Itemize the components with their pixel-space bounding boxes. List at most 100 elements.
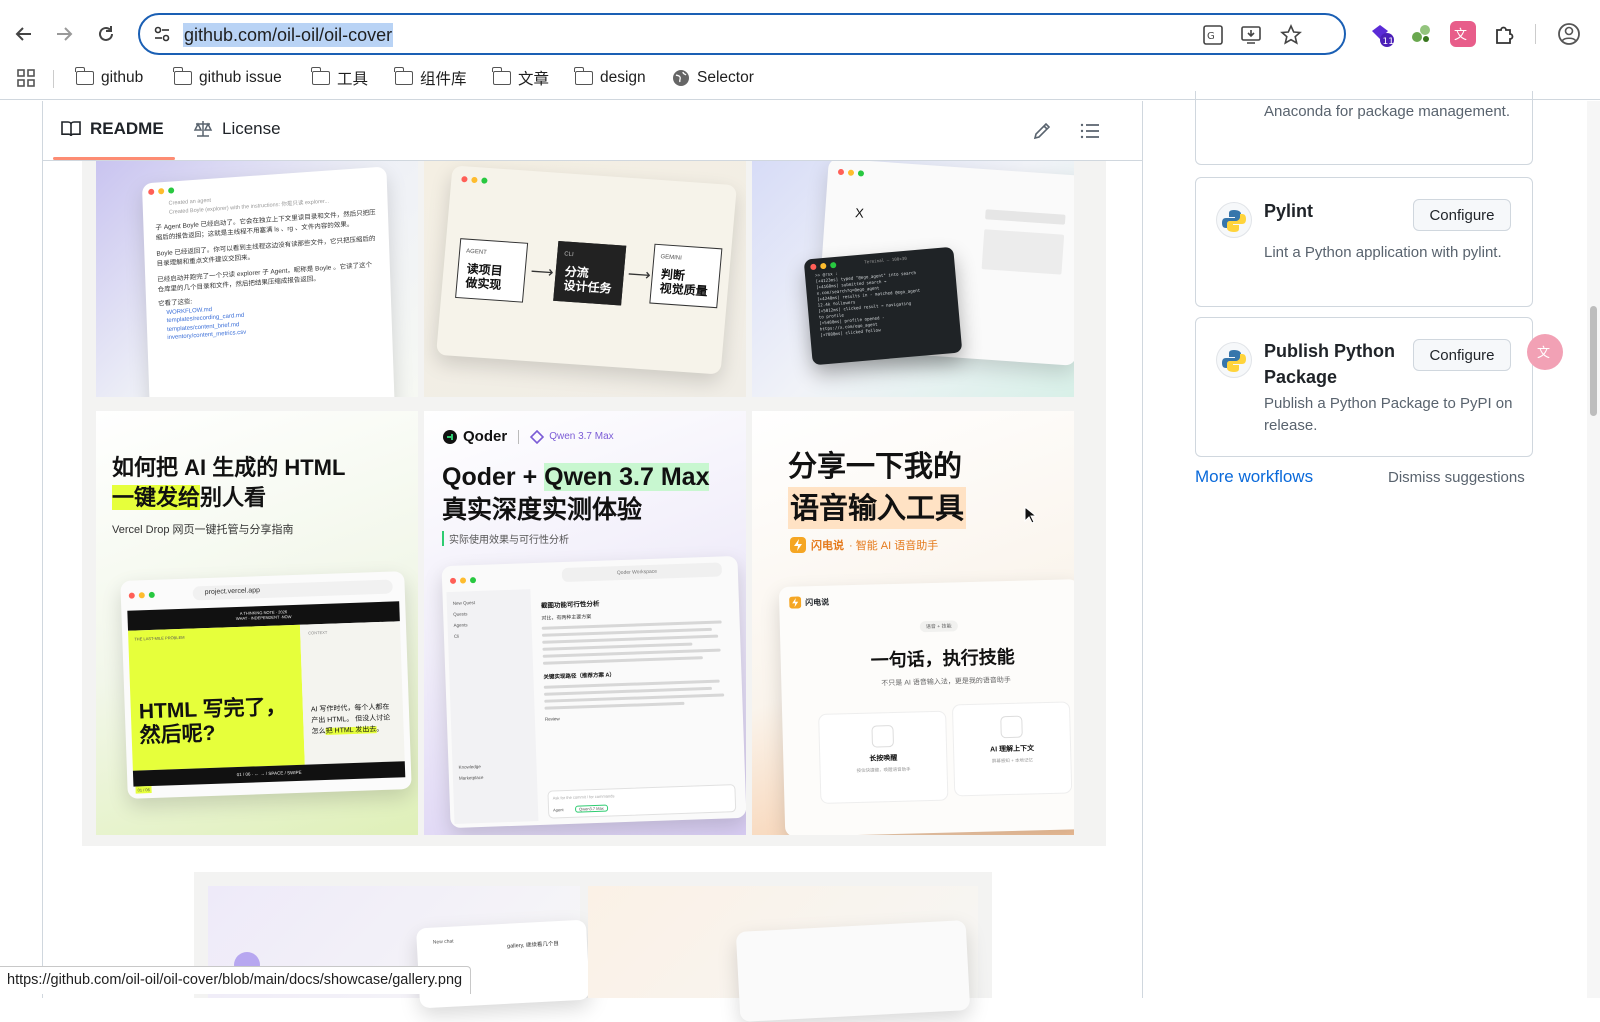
bookmark-components[interactable]: 组件库 xyxy=(394,62,467,94)
bookmark-label: Selector xyxy=(697,69,754,86)
partial-card xyxy=(735,920,971,1022)
edit-file-button[interactable] xyxy=(1031,120,1053,147)
card-subtitle: 不只是 AI 语音输入法，更是我的语音助手 xyxy=(881,676,1011,688)
profile-icon[interactable] xyxy=(1556,21,1582,47)
bookmark-label: 组件库 xyxy=(420,71,467,88)
folder-icon xyxy=(492,67,511,85)
terminal-icon xyxy=(871,725,895,748)
translate-icon[interactable]: G xyxy=(1202,24,1224,46)
flow-box-tag: CLI xyxy=(564,251,574,259)
github-page: README License Created an agent Created … xyxy=(0,91,1600,1022)
bookmark-tools[interactable]: 工具 xyxy=(311,62,368,94)
workflow-title: Publish Python Package xyxy=(1264,341,1396,387)
flow-box-agent: AGENT 读项目 做实现 xyxy=(455,238,529,303)
big-title-line: 然后呢? xyxy=(139,721,216,748)
page-scrollbar[interactable] xyxy=(1587,101,1600,998)
configure-button[interactable]: Configure xyxy=(1413,199,1511,231)
headline-highlight: 一键发给 xyxy=(112,485,201,510)
apps-grid-button[interactable] xyxy=(16,62,36,94)
flow-box-tag: AGENT xyxy=(465,248,488,256)
feature-subtitle: 按住快捷键，唤醒语音助手 xyxy=(856,766,911,773)
tab-license[interactable]: License xyxy=(193,119,281,139)
extension-translate-icon[interactable]: 文 xyxy=(1450,21,1476,47)
tile-headline: Qoder + Qwen 3.7 Max 真实深度实测体验 xyxy=(442,461,710,527)
active-tab-underline xyxy=(53,157,175,160)
folder-icon xyxy=(574,67,593,85)
flow-box-text: 分流 设计任务 xyxy=(562,264,613,296)
bookmark-github-issue[interactable]: github issue xyxy=(173,62,282,94)
placeholder-bar xyxy=(981,229,1065,275)
link-status-bar: https://github.com/oil-oil/oil-cover/blo… xyxy=(0,966,472,994)
voice-app-card: 闪电说 语音 + 技能 一句话，执行技能 不只是 AI 语音输入法，更是我的语音… xyxy=(778,579,1074,835)
reload-button[interactable] xyxy=(92,20,120,48)
flow-card: AGENT 读项目 做实现 ⟶ CLI 分流 设计任务 ⟶ GEMINI 判断 视觉质… xyxy=(436,165,737,375)
text-line xyxy=(542,656,703,665)
gallery-tile-voice: 分享一下我的 语音输入工具 闪电说 · 智能 AI 语音助手 闪电说 语音 + … xyxy=(752,411,1074,835)
extensions-puzzle-icon[interactable] xyxy=(1492,21,1518,47)
workflow-card-publish-python: Publish Python Package Publish a Python … xyxy=(1195,317,1533,457)
workflow-card-anaconda: Anaconda for package management. xyxy=(1195,91,1533,165)
flow-box-text: 判断 视觉质量 xyxy=(659,267,709,299)
scrollbar-thumb[interactable] xyxy=(1590,306,1597,416)
tab-readme-label: README xyxy=(90,119,164,138)
mock-nav-item: Marketplace xyxy=(458,774,484,781)
side-text: 。 xyxy=(376,725,384,734)
extension-purple-icon[interactable]: 11 xyxy=(1368,21,1394,47)
reload-icon xyxy=(99,26,113,41)
feature-title: 长按唤醒 xyxy=(869,754,898,763)
qwen-brand-name: Qwen 3.7 Max xyxy=(549,431,614,442)
forward-button[interactable] xyxy=(50,20,78,48)
flow-box-tag: GEMINI xyxy=(660,254,682,262)
bookmark-selector[interactable]: Selector xyxy=(672,62,754,94)
gallery-tile-vercel: 如何把 AI 生成的 HTML 一键发给别人看 Vercel Drop 网页一键… xyxy=(96,411,418,835)
install-app-icon[interactable] xyxy=(1240,24,1262,46)
tab-readme[interactable]: README xyxy=(61,119,164,139)
side-highlight: 把 HTML 发出去 xyxy=(325,726,377,735)
folder-icon xyxy=(311,67,330,85)
bookmark-star-icon[interactable] xyxy=(1280,24,1302,46)
bookmark-design[interactable]: design xyxy=(574,62,646,94)
workflow-description: Publish a Python Package to PyPI on rele… xyxy=(1264,395,1513,434)
mock-agent-chip: Agent xyxy=(553,807,564,813)
list-unordered-icon xyxy=(1080,123,1099,139)
bookmark-github[interactable]: github xyxy=(75,62,144,94)
more-workflows-link[interactable]: More workflows xyxy=(1195,467,1313,487)
back-button[interactable] xyxy=(10,20,38,48)
card-big-title: 一句话，执行技能 xyxy=(870,646,1015,671)
voice-brand-name: 闪电说 xyxy=(811,540,844,552)
outline-button[interactable] xyxy=(1079,120,1101,147)
extension-green-icon[interactable] xyxy=(1408,21,1434,47)
mock-url-bar: project.vercel.app xyxy=(192,579,393,601)
big-title-line: HTML 写完了， xyxy=(138,695,287,724)
headline-line: 分享一下我的 xyxy=(788,449,963,483)
address-bar[interactable]: github.com/oil-oil/oil-cover G xyxy=(138,13,1346,55)
cursor-icon xyxy=(1024,505,1038,529)
bookmark-label: design xyxy=(600,69,646,86)
site-settings-icon[interactable] xyxy=(152,24,172,44)
dismiss-suggestions-link[interactable]: Dismiss suggestions xyxy=(1388,469,1525,486)
qwen-logo-icon xyxy=(530,429,545,444)
mock-window-title: Qoder Workspace xyxy=(561,562,723,583)
tile-headline: 如何把 AI 生成的 HTML 一键发给别人看 xyxy=(112,453,345,513)
showcase-gallery-image[interactable]: Created an agent Created Boyle (explorer… xyxy=(82,161,1106,846)
bookmarks-divider xyxy=(53,70,54,88)
feature-pill: 语音 + 技能 xyxy=(919,620,958,633)
workflow-description: Anaconda for package management. xyxy=(1264,103,1510,120)
qoder-app-mock: Qoder Workspace New Quest Quests Agents … xyxy=(441,555,746,829)
configure-button[interactable]: Configure xyxy=(1413,339,1511,371)
mock-big-title: HTML 写完了， 然后呢? xyxy=(138,695,287,748)
partial-chat-text: gallery, 继续看几个目 xyxy=(506,941,560,950)
window-controls xyxy=(148,187,175,196)
headline-highlight: Qwen 3.7 Max xyxy=(544,463,710,491)
globe-icon xyxy=(673,70,689,86)
floating-translate-button[interactable]: 文 xyxy=(1527,334,1563,370)
mock-doc-title: 截图功能可行性分析 xyxy=(540,600,600,610)
workflow-card-pylint: Pylint Lint a Python application with py… xyxy=(1195,177,1533,307)
bookmark-label: github xyxy=(101,69,144,86)
folder-icon xyxy=(75,67,94,85)
url-text[interactable]: github.com/oil-oil/oil-cover xyxy=(183,23,394,47)
bookmark-articles[interactable]: 文章 xyxy=(492,62,549,94)
vercel-browser-mock: project.vercel.app A THINKING NOTE · 202… xyxy=(120,571,412,799)
forward-arrow-icon xyxy=(57,27,73,41)
tile-headline: 分享一下我的 语音输入工具 xyxy=(788,445,967,529)
